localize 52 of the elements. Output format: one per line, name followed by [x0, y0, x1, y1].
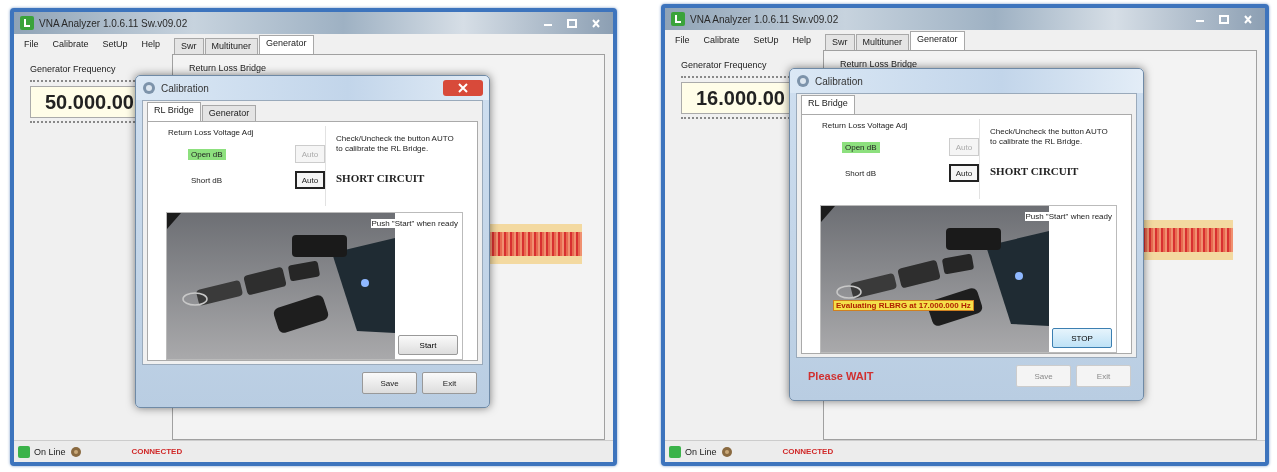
prompt-text: Push "Start" when ready: [1025, 212, 1112, 221]
field-label: Generator Frequency: [681, 60, 768, 70]
mode-heading: SHORT CIRCUIT: [990, 165, 1080, 177]
menu-item[interactable]: File: [675, 35, 690, 45]
menu-item[interactable]: Calibrate: [52, 39, 89, 49]
status-message: Please WAIT: [808, 370, 874, 382]
auto-button[interactable]: Auto: [295, 171, 325, 189]
group-title: Return Loss Voltage Adj: [168, 128, 255, 137]
online-icon: [18, 445, 30, 458]
value-label: Open dB: [188, 148, 226, 160]
close-icon[interactable]: [443, 80, 483, 96]
menu-item[interactable]: Calibrate: [703, 35, 740, 45]
panel-label: Return Loss Bridge: [840, 59, 919, 69]
tab[interactable]: Multituner: [855, 34, 909, 50]
tab[interactable]: RL Bridge: [801, 95, 855, 114]
status-text: On Line: [34, 446, 66, 457]
tab[interactable]: Generator: [201, 105, 257, 121]
tab[interactable]: Multituner: [204, 38, 258, 54]
panel-label: Return Loss Bridge: [189, 63, 268, 73]
window-title: VNA Analyzer 1.0.6.11 Sw.v09.02: [39, 17, 188, 29]
mode-heading: SHORT CIRCUIT: [336, 172, 426, 184]
menu-item[interactable]: File: [24, 39, 39, 49]
tab[interactable]: RL Bridge: [147, 102, 201, 121]
status-text: On Line: [685, 446, 717, 457]
app-icon: [671, 12, 685, 26]
app-icon: [20, 16, 34, 30]
menu-item[interactable]: SetUp: [102, 39, 128, 49]
dialog-button[interactable]: Save: [362, 372, 417, 394]
action-button[interactable]: Start: [398, 335, 458, 355]
tab[interactable]: Generator: [910, 31, 965, 50]
menu-item[interactable]: Help: [792, 35, 812, 45]
progress-message: Evaluating RLBRG at 17.000.000 Hz: [833, 300, 974, 311]
field-label: Generator Frequency: [30, 64, 117, 74]
tab[interactable]: Swr: [174, 38, 204, 54]
online-icon: [669, 445, 681, 458]
window-title: VNA Analyzer 1.0.6.11 Sw.v09.02: [690, 13, 839, 25]
menu-item[interactable]: Help: [141, 39, 161, 49]
dialog-button[interactable]: Exit: [422, 372, 477, 394]
tab[interactable]: Generator: [259, 35, 314, 54]
prompt-text: Push "Start" when ready: [371, 219, 458, 228]
auto-button[interactable]: Auto: [949, 164, 979, 182]
action-button[interactable]: STOP: [1052, 328, 1112, 348]
menu-item[interactable]: SetUp: [753, 35, 779, 45]
value-label: Open dB: [842, 141, 880, 153]
connection-status: CONNECTED: [782, 447, 834, 456]
group-title: Return Loss Voltage Adj: [822, 121, 909, 130]
instruction-text: Check/Uncheck the button AUTO to calibrate the RL Bridge.: [336, 134, 454, 154]
value-label: Short dB: [190, 174, 224, 186]
value-label: Short dB: [844, 167, 878, 179]
instruction-text: Check/Uncheck the button AUTO to calibrate the RL Bridge.: [990, 127, 1108, 147]
connection-status: CONNECTED: [131, 447, 183, 456]
tab[interactable]: Swr: [825, 34, 855, 50]
